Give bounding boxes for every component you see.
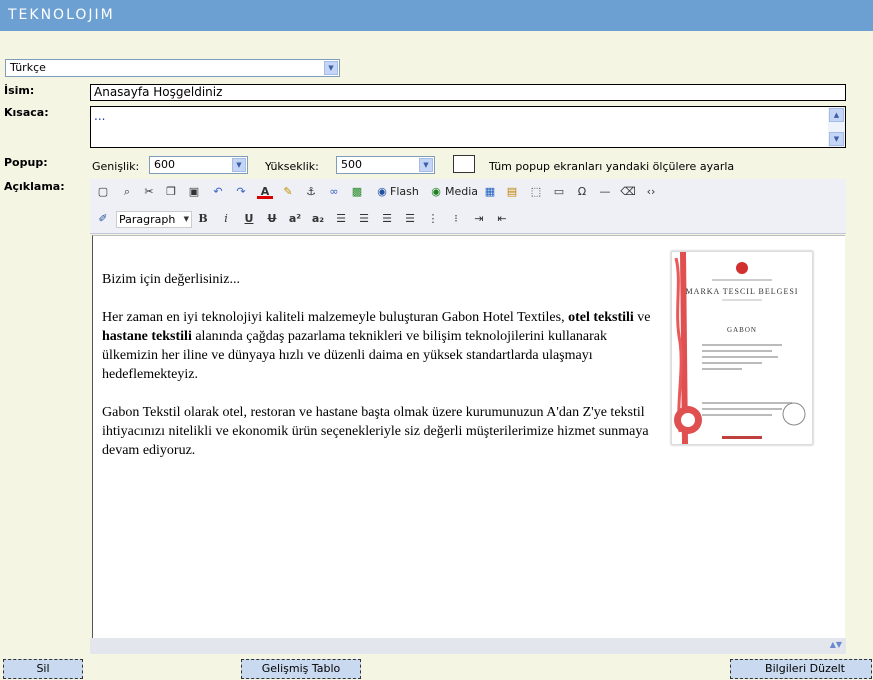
width-select[interactable]: 600 ▼ <box>149 156 248 174</box>
media-icon[interactable]: ◉ <box>428 184 444 200</box>
width-label: Genişlik: <box>92 160 140 173</box>
flash-icon[interactable]: ◉ <box>374 184 390 200</box>
summary-value: ... <box>94 109 106 123</box>
content-paragraph-3: Gabon Tekstil olarak otel, restoran ve h… <box>102 405 649 458</box>
source-code-icon[interactable]: ‹› <box>643 184 659 200</box>
layer-icon[interactable]: ⬚ <box>528 184 544 200</box>
horizontal-rule-icon[interactable]: — <box>597 184 613 200</box>
indent-icon[interactable]: ⇥ <box>471 211 487 227</box>
outdent-icon[interactable]: ⇤ <box>494 211 510 227</box>
resize-arrows-icon[interactable]: ▲▼ <box>830 640 842 649</box>
editor-toolbar-row-1: ▢ ⌕ ✂ ❐ ▣ ↶ ↷ A ✎ ⚓ ∞ ▩ ◉ Flash ◉ Media … <box>90 179 846 207</box>
height-select[interactable]: 500 ▼ <box>336 156 435 174</box>
popup-label: Popup: <box>4 156 48 169</box>
app-logo: TEKNOLOJIM <box>8 7 115 23</box>
app-header: TEKNOLOJIM <box>0 0 873 31</box>
undo-icon[interactable]: ↶ <box>210 184 226 200</box>
text-run: ve <box>633 310 651 325</box>
text-run: Her zaman en iyi teknolojiyi kaliteli ma… <box>102 310 569 325</box>
language-select-value: Türkçe <box>10 61 46 74</box>
apply-all-checkbox[interactable] <box>453 155 475 173</box>
text-color-icon[interactable]: A <box>257 184 273 199</box>
delete-button[interactable]: Sil <box>3 659 83 679</box>
paste-icon[interactable]: ▣ <box>186 184 202 200</box>
chevron-down-icon: ▼ <box>232 158 246 172</box>
strikethrough-button[interactable]: U <box>264 211 280 227</box>
name-input-value: Anasayfa Hoşgeldiniz <box>94 85 223 99</box>
align-right-icon[interactable]: ☰ <box>379 211 395 227</box>
copy-icon[interactable]: ❐ <box>163 184 179 200</box>
language-select[interactable]: Türkçe ▼ <box>5 59 340 77</box>
advanced-table-button[interactable]: Gelişmiş Tablo <box>241 659 361 679</box>
editor-status-bar: ▲▼ <box>90 638 846 654</box>
name-input[interactable]: Anasayfa Hoşgeldiniz <box>90 84 846 101</box>
chevron-down-icon: ▼ <box>183 215 189 223</box>
summary-textarea[interactable]: ... ▲ ▼ <box>90 106 846 148</box>
bold-text: hastane tekstili <box>102 329 192 344</box>
format-style-icon[interactable]: ✐ <box>95 211 111 227</box>
align-justify-icon[interactable]: ☰ <box>402 211 418 227</box>
highlight-color-icon[interactable]: ✎ <box>280 184 296 200</box>
eraser-icon[interactable]: ⌫ <box>620 184 636 200</box>
new-document-icon[interactable]: ▢ <box>95 184 111 200</box>
certificate-title: Marka Tescil Belgesi <box>685 287 799 296</box>
numbered-list-icon[interactable]: ⋮ <box>425 211 441 227</box>
description-label: Açıklama: <box>4 180 65 193</box>
editor-toolbar-row-2: ✐ Paragraph ▼ B i U U a² a₂ ☰ ☰ ☰ ☰ ⋮ ⁝ … <box>90 206 846 234</box>
image-icon[interactable]: ▩ <box>349 184 365 200</box>
certificate-graphic <box>674 252 806 444</box>
scroll-down-icon[interactable]: ▼ <box>829 132 844 146</box>
table-edit-icon[interactable]: ▤ <box>504 184 520 200</box>
special-char-icon[interactable]: Ω <box>574 184 590 200</box>
update-info-button[interactable]: Bilgileri Düzelt <box>730 659 872 679</box>
superscript-button[interactable]: a² <box>287 211 303 227</box>
cut-icon[interactable]: ✂ <box>141 184 157 200</box>
find-icon[interactable]: ⌕ <box>119 184 135 200</box>
align-center-icon[interactable]: ☰ <box>356 211 372 227</box>
form-icon[interactable]: ▭ <box>551 184 567 200</box>
bold-text: otel tekstili <box>568 310 634 325</box>
bold-button[interactable]: B <box>195 211 211 227</box>
rich-text-editor: ▢ ⌕ ✂ ❐ ▣ ↶ ↷ A ✎ ⚓ ∞ ▩ ◉ Flash ◉ Media … <box>90 179 846 654</box>
link-icon[interactable]: ∞ <box>326 184 342 200</box>
certificate-brand: GABON <box>727 326 757 334</box>
content-paragraph-2: Her zaman en iyi teknolojiyi kaliteli ma… <box>102 308 662 384</box>
height-select-value: 500 <box>341 158 362 171</box>
summary-scrollbar[interactable]: ▲ ▼ <box>828 107 845 147</box>
anchor-icon[interactable]: ⚓ <box>303 184 319 200</box>
height-label: Yükseklik: <box>265 160 319 173</box>
content-paragraph-1: Bizim için değerlisiniz... <box>102 272 241 287</box>
apply-all-label: Tüm popup ekranları yandaki ölçülere aya… <box>489 160 735 173</box>
italic-button[interactable]: i <box>218 211 234 227</box>
chevron-down-icon: ▼ <box>419 158 433 172</box>
summary-label: Kısaca: <box>4 106 49 119</box>
scroll-up-icon[interactable]: ▲ <box>829 108 844 122</box>
flash-label[interactable]: Flash <box>390 184 419 200</box>
format-select-value: Paragraph <box>119 213 176 226</box>
align-left-icon[interactable]: ☰ <box>333 211 349 227</box>
underline-button[interactable]: U <box>241 211 257 227</box>
name-label: İsim: <box>4 84 35 97</box>
redo-icon[interactable]: ↷ <box>233 184 249 200</box>
table-icon[interactable]: ▦ <box>482 184 498 200</box>
width-select-value: 600 <box>154 158 175 171</box>
format-select[interactable]: Paragraph ▼ <box>116 211 192 228</box>
media-label[interactable]: Media <box>445 184 478 200</box>
bullet-list-icon[interactable]: ⁝ <box>448 211 464 227</box>
subscript-button[interactable]: a₂ <box>310 211 326 227</box>
editor-content[interactable]: Bizim için değerlisiniz... Her zaman en … <box>92 235 845 639</box>
chevron-down-icon: ▼ <box>324 61 338 75</box>
trademark-certificate-image: Marka Tescil Belgesi GABON <box>671 251 813 445</box>
